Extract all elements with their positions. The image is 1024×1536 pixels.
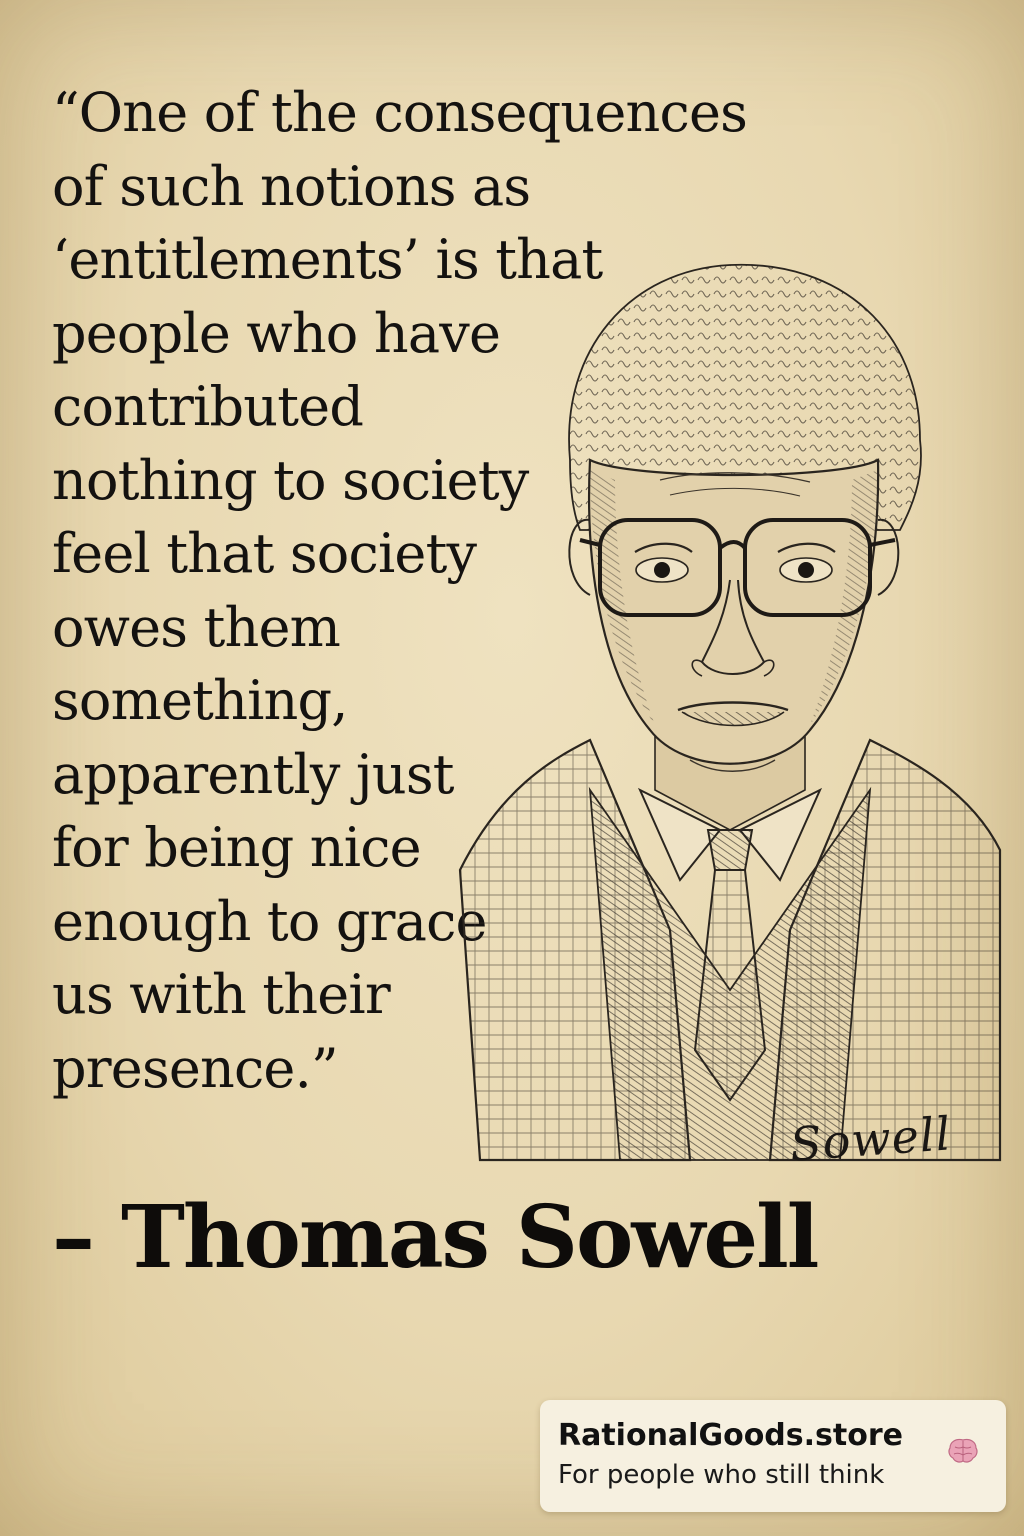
brand-name: RationalGoods.store [558,1418,903,1453]
quote-line: “One of the consequences [52,81,748,144]
brain-icon [948,1438,978,1463]
portrait-signature: Sowell [788,1106,953,1172]
brand-card[interactable]: RationalGoods.store For people who still… [540,1400,1006,1512]
quote-line: of such notions as [52,154,531,218]
quote-attribution: – Thomas Sowell [52,1187,819,1288]
brand-tagline: For people who still think [558,1460,885,1490]
portrait-sketch [458,263,1002,1162]
